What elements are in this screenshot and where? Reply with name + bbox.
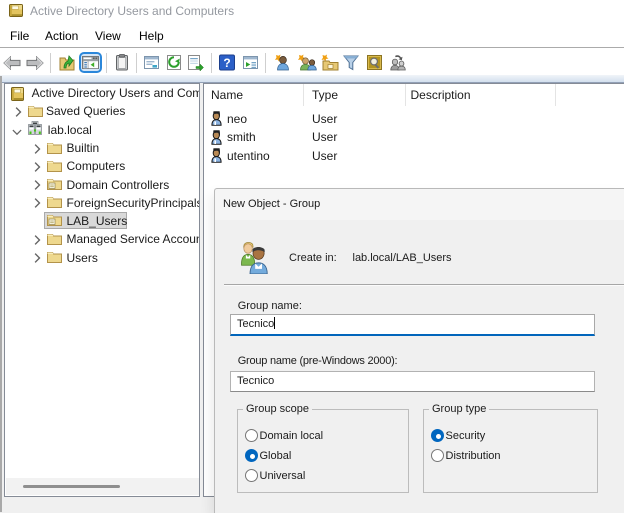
svg-text:?: ?	[223, 56, 230, 70]
